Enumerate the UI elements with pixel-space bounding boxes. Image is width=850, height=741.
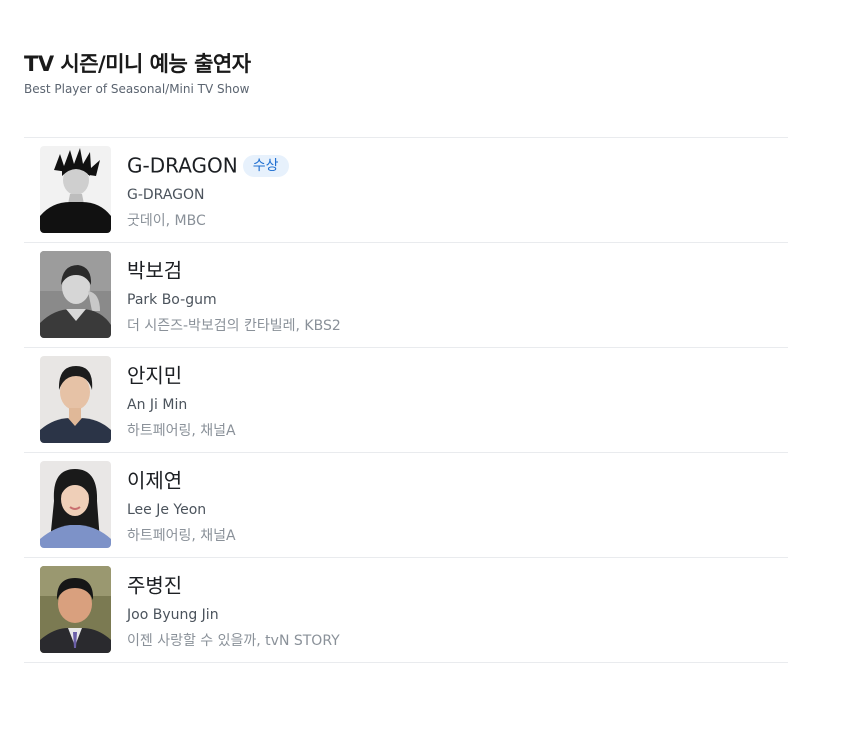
nominee-romanized-name: Park Bo-gum [127, 292, 217, 308]
nominee-romanized-name: Joo Byung Jin [127, 607, 219, 623]
nominee-list: G-DRAGON 수상 G-DRAGON 굿데이, MBC 박보검 Park B… [24, 137, 788, 663]
nominee-name[interactable]: G-DRAGON [127, 154, 238, 178]
nominee-name[interactable]: 주병진 [127, 574, 182, 598]
portrait-image [40, 356, 111, 443]
nominee-show: 굿데이, MBC [127, 213, 206, 229]
nominee-romanized-name: G-DRAGON [127, 187, 205, 203]
nominee-photo[interactable] [40, 566, 111, 653]
nominee-photo[interactable] [40, 356, 111, 443]
nominee-item-gdragon[interactable]: G-DRAGON 수상 G-DRAGON 굿데이, MBC [24, 138, 788, 243]
nominee-name[interactable]: 안지민 [127, 364, 182, 388]
nominee-photo[interactable] [40, 461, 111, 548]
section-subtitle: Best Player of Seasonal/Mini TV Show [24, 82, 250, 96]
portrait-image [40, 146, 111, 233]
portrait-image [40, 566, 111, 653]
nominee-photo[interactable] [40, 146, 111, 233]
nominee-item-park-bo-gum[interactable]: 박보검 Park Bo-gum 더 시즌즈-박보검의 칸타빌레, KBS2 [24, 243, 788, 348]
portrait-image [40, 251, 111, 338]
nominee-show: 이젠 사랑할 수 있을까, tvN STORY [127, 633, 340, 649]
nominee-name[interactable]: 박보검 [127, 259, 182, 283]
nominee-item-an-ji-min[interactable]: 안지민 An Ji Min 하트페어링, 채널A [24, 348, 788, 453]
nominee-name[interactable]: 이제연 [127, 469, 182, 493]
nominee-show: 하트페어링, 채널A [127, 528, 236, 544]
nominee-item-lee-je-yeon[interactable]: 이제연 Lee Je Yeon 하트페어링, 채널A [24, 453, 788, 558]
nominee-show: 하트페어링, 채널A [127, 423, 236, 439]
nominee-photo[interactable] [40, 251, 111, 338]
nominee-item-joo-byung-jin[interactable]: 주병진 Joo Byung Jin 이젠 사랑할 수 있을까, tvN STOR… [24, 558, 788, 663]
nominee-show: 더 시즌즈-박보검의 칸타빌레, KBS2 [127, 318, 341, 334]
nominee-romanized-name: An Ji Min [127, 397, 188, 413]
portrait-image [40, 461, 111, 548]
winner-badge: 수상 [242, 154, 289, 177]
section-title: TV 시즌/미니 예능 출연자 [24, 52, 251, 76]
nominee-romanized-name: Lee Je Yeon [127, 502, 207, 518]
nominee-section: TV 시즌/미니 예능 출연자 Best Player of Seasonal/… [24, 50, 788, 663]
